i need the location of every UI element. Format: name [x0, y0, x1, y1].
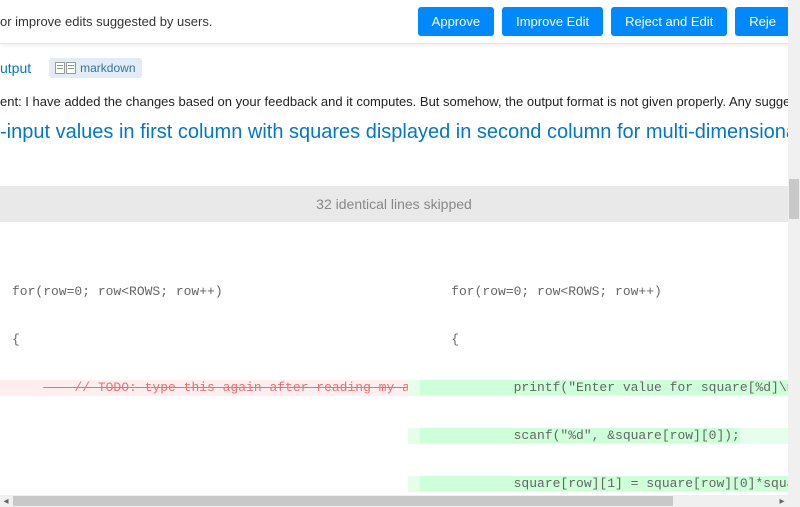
removed-line: // TODO: type this again after reading m… [0, 380, 408, 396]
toolbar-hint: or improve edits suggested by users. [0, 14, 212, 29]
code-line: for(row=0; row<ROWS; row++) [408, 284, 788, 300]
reject-button[interactable]: Reje [735, 7, 790, 36]
code-line: { [0, 332, 408, 348]
improve-edit-button[interactable]: Improve Edit [502, 7, 603, 36]
format-tag-label: markdown [80, 61, 135, 75]
horizontal-scrollbar[interactable]: ◂ ▸ [0, 495, 788, 507]
reject-and-edit-button[interactable]: Reject and Edit [611, 7, 727, 36]
scroll-right-icon[interactable]: ▸ [776, 495, 788, 507]
code-line [0, 476, 408, 492]
scroll-left-icon[interactable]: ◂ [0, 495, 12, 507]
skip-marker-1: 32 identical lines skipped [0, 186, 788, 222]
diff-left: for(row=0; row<ROWS; row++) { // TODO: t… [0, 252, 408, 507]
diff-right: for(row=0; row<ROWS; row++) { printf("En… [408, 252, 788, 507]
added-line: square[row][1] = square[row][0]*square[r… [408, 476, 788, 492]
added-line: printf("Enter value for square[%d]\n: ", [408, 380, 788, 396]
review-toolbar: or improve edits suggested by users. App… [0, 0, 800, 44]
code-line [0, 428, 408, 444]
scrollbar-thumb[interactable] [13, 496, 673, 506]
toolbar-buttons: Approve Improve Edit Reject and Edit Rej… [418, 7, 790, 36]
approve-button[interactable]: Approve [418, 7, 494, 36]
tabs-row: utput markdown [0, 44, 800, 88]
diff-view: 32 identical lines skipped for(row=0; ro… [0, 156, 788, 507]
scroll-corner [788, 495, 800, 507]
scrollbar-thumb[interactable] [789, 179, 799, 219]
tab-output[interactable]: utput [0, 60, 31, 76]
added-line: scanf("%d", &square[row][0]); [408, 428, 788, 444]
edit-comment: ent: I have added the changes based on y… [0, 88, 800, 115]
code-line: for(row=0; row<ROWS; row++) [0, 284, 408, 300]
vertical-scrollbar[interactable] [788, 0, 800, 495]
format-tag[interactable]: markdown [49, 58, 141, 78]
code-line: { [408, 332, 788, 348]
post-title[interactable]: -input values in first column with squar… [0, 115, 800, 156]
diff-block-1: for(row=0; row<ROWS; row++) { // TODO: t… [0, 252, 788, 507]
diff-icon [55, 62, 76, 74]
